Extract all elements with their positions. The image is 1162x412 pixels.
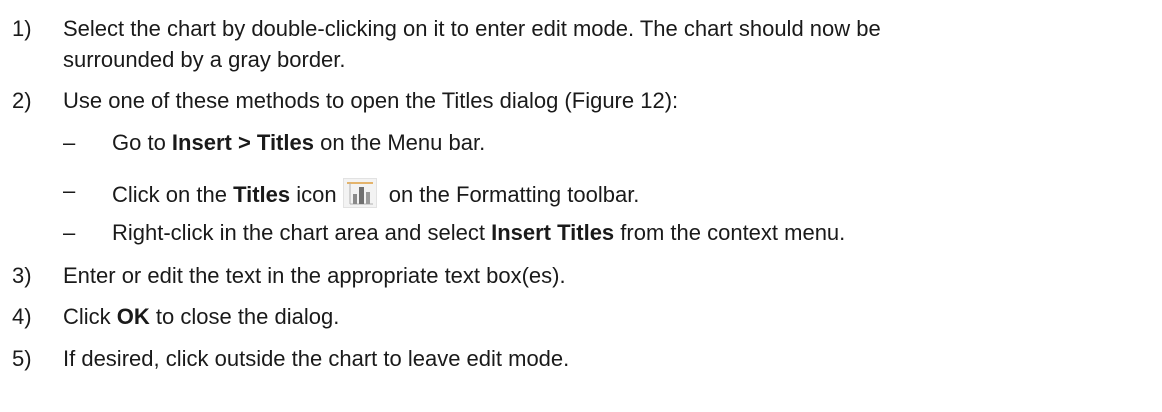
substep-text: Right-click in the chart area and select…	[112, 220, 846, 245]
bullet-dash: –	[63, 178, 76, 203]
step-text: Use one of these methods to open the Tit…	[63, 88, 679, 113]
step-text: surrounded by a gray border.	[63, 47, 346, 72]
menu-item: Insert Titles	[491, 220, 615, 245]
step-number: 3)	[12, 263, 32, 288]
ui-term: Titles	[233, 182, 291, 207]
step-text: If desired, click outside the chart to l…	[63, 346, 570, 371]
step-text: Enter or edit the text in the appropriat…	[63, 263, 566, 288]
button-name: OK	[116, 304, 150, 329]
step-text: Select the chart by double-clicking on i…	[63, 16, 881, 41]
substep-text: Click on the Titles icon on the Formatti…	[112, 178, 639, 208]
titles-chart-icon	[342, 178, 377, 208]
bullet-dash: –	[63, 220, 76, 245]
step-text: Click OK to close the dialog.	[63, 304, 340, 329]
step-number: 4)	[12, 304, 32, 329]
bullet-dash: –	[63, 130, 76, 155]
step-number: 1)	[12, 16, 32, 41]
substep-text: Go to Insert > Titles on the Menu bar.	[112, 130, 486, 155]
document-page: 1) Select the chart by double-clicking o…	[0, 0, 1162, 412]
step-number: 5)	[12, 346, 32, 371]
step-number: 2)	[12, 88, 32, 113]
menu-path: Insert > Titles	[171, 130, 314, 155]
